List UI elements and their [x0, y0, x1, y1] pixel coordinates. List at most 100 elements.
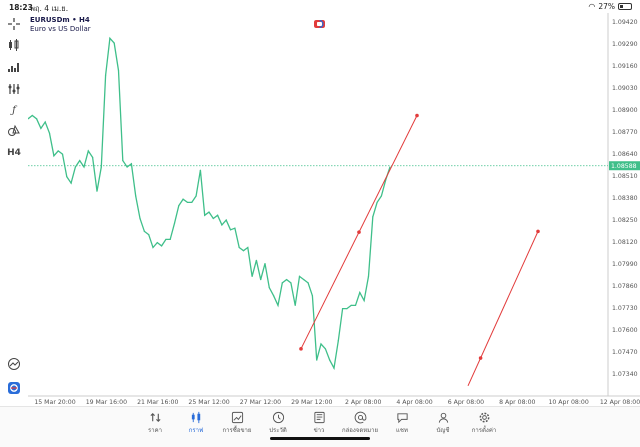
price-point [238, 246, 240, 249]
price-point [117, 69, 120, 72]
nav-item[interactable]: ประวัติ [258, 410, 298, 435]
nav-item[interactable]: กราฟ [176, 410, 216, 435]
x-tick-label: 27 Mar 12:00 [240, 399, 281, 406]
bottom-nav: ราคา กราฟ การซื้อขาย ประวัติ ข่าว กล่องจดหมาย… [0, 406, 640, 447]
price-point [333, 367, 335, 369]
app-logo-icon[interactable] [6, 381, 22, 395]
price-point [277, 304, 279, 306]
price-point [126, 166, 128, 168]
y-tick-label: 1.09030 [612, 85, 638, 92]
nav-item[interactable]: การซื้อขาย [217, 410, 257, 435]
price-point [204, 214, 206, 216]
price-point [217, 214, 219, 216]
price-point [208, 211, 210, 213]
price-point [160, 245, 163, 247]
chart-toolbar: ƒ H4 [0, 13, 28, 395]
trendline-handle[interactable] [478, 356, 483, 360]
price-point [242, 250, 245, 252]
nav-item[interactable]: กล่องจดหมาย [340, 410, 380, 435]
y-tick-label: 1.07860 [612, 283, 638, 290]
price-point [298, 275, 301, 278]
price-point [311, 295, 314, 297]
chat-icon [382, 410, 422, 425]
nav-item[interactable]: บัญชี [423, 410, 463, 435]
chart-area[interactable]: 1.09420 1.09290 1.09160 1.09030 1.08900 1.087… [28, 13, 640, 406]
history-icon [258, 410, 298, 425]
shapes-icon[interactable] [6, 124, 22, 138]
nav-item[interactable]: การตั้งค่า [464, 410, 504, 435]
price-point [247, 246, 249, 249]
price-point [74, 166, 77, 168]
price-point [96, 190, 98, 192]
price-point [273, 295, 275, 297]
price-point [87, 150, 89, 152]
price-point [100, 166, 102, 168]
current-price-label: 1.08588 [611, 163, 637, 170]
candles-icon [176, 410, 216, 425]
price-point [178, 205, 180, 207]
y-tick-label: 1.07990 [612, 261, 638, 268]
chart-window-icon[interactable] [6, 357, 22, 371]
price-point [135, 195, 137, 197]
objects-icon[interactable] [6, 82, 22, 96]
depth-of-market-icon[interactable] [314, 20, 325, 28]
price-point [148, 233, 150, 236]
price-point [79, 159, 81, 162]
x-tick-label: 15 Mar 20:00 [34, 399, 75, 406]
status-bar: 18:23 พฤ. 4 เม.ย. ◠ 27% [0, 0, 640, 13]
nav-item-label: การซื้อขาย [222, 427, 252, 434]
crosshair-icon[interactable] [6, 17, 22, 31]
timeframe-button[interactable]: H4 [6, 146, 22, 160]
function-icon[interactable]: ƒ [6, 103, 22, 117]
news-icon [299, 410, 339, 425]
price-point [53, 155, 55, 157]
x-tick-label: 12 Apr 08:00 [600, 399, 640, 406]
mailbox-icon [340, 410, 380, 425]
nav-item[interactable]: ราคา [135, 410, 175, 435]
y-tick-label: 1.07340 [612, 371, 638, 378]
symbol-info: EURUSDm • H4 Euro vs US Dollar [30, 16, 91, 34]
x-tick-label: 4 Apr 08:00 [396, 399, 432, 406]
price-point [376, 201, 378, 204]
x-tick-label: 6 Apr 08:00 [448, 399, 484, 406]
trendline-handle[interactable] [536, 229, 540, 234]
trade-chart-icon [217, 410, 257, 425]
price-point [290, 282, 292, 284]
symbol-description: Euro vs US Dollar [30, 25, 91, 33]
trendline-handle[interactable] [299, 347, 303, 351]
price-point [354, 304, 357, 306]
arrows-updown-icon [135, 410, 175, 425]
price-point [251, 275, 253, 278]
trendline-handle[interactable] [357, 230, 361, 234]
y-tick-label: 1.08120 [612, 239, 638, 246]
price-point [113, 42, 115, 44]
price-point [341, 308, 344, 310]
price-chart[interactable]: 1.09420 1.09290 1.09160 1.09030 1.08900 1.087… [28, 13, 640, 406]
price-point [225, 219, 227, 221]
price-point [66, 176, 68, 178]
price-point [139, 217, 141, 220]
trendline-handle[interactable] [415, 113, 419, 118]
nav-item[interactable]: แชท [382, 410, 422, 435]
price-point [285, 279, 288, 281]
y-tick-label: 1.07600 [612, 327, 638, 334]
x-tick-label: 2 Apr 08:00 [345, 399, 381, 406]
y-tick-label: 1.08510 [612, 173, 638, 180]
price-point [92, 156, 94, 158]
nav-item[interactable]: ข่าว [299, 410, 339, 435]
nav-item-label: การตั้งค่า [471, 427, 497, 434]
x-tick-label: 8 Apr 08:00 [499, 399, 535, 406]
trendline[interactable] [467, 231, 539, 387]
price-point [324, 348, 326, 350]
price-point [221, 224, 223, 226]
price-point [234, 227, 236, 229]
price-point [199, 169, 201, 171]
y-tick-label: 1.09420 [612, 19, 638, 26]
chart-type-icon[interactable] [6, 38, 22, 52]
nav-item-label: บัญชี [436, 427, 450, 434]
price-point [182, 198, 184, 200]
indicators-icon[interactable] [6, 60, 22, 74]
account-icon [423, 410, 463, 425]
price-point [380, 195, 382, 197]
price-point [212, 217, 214, 220]
